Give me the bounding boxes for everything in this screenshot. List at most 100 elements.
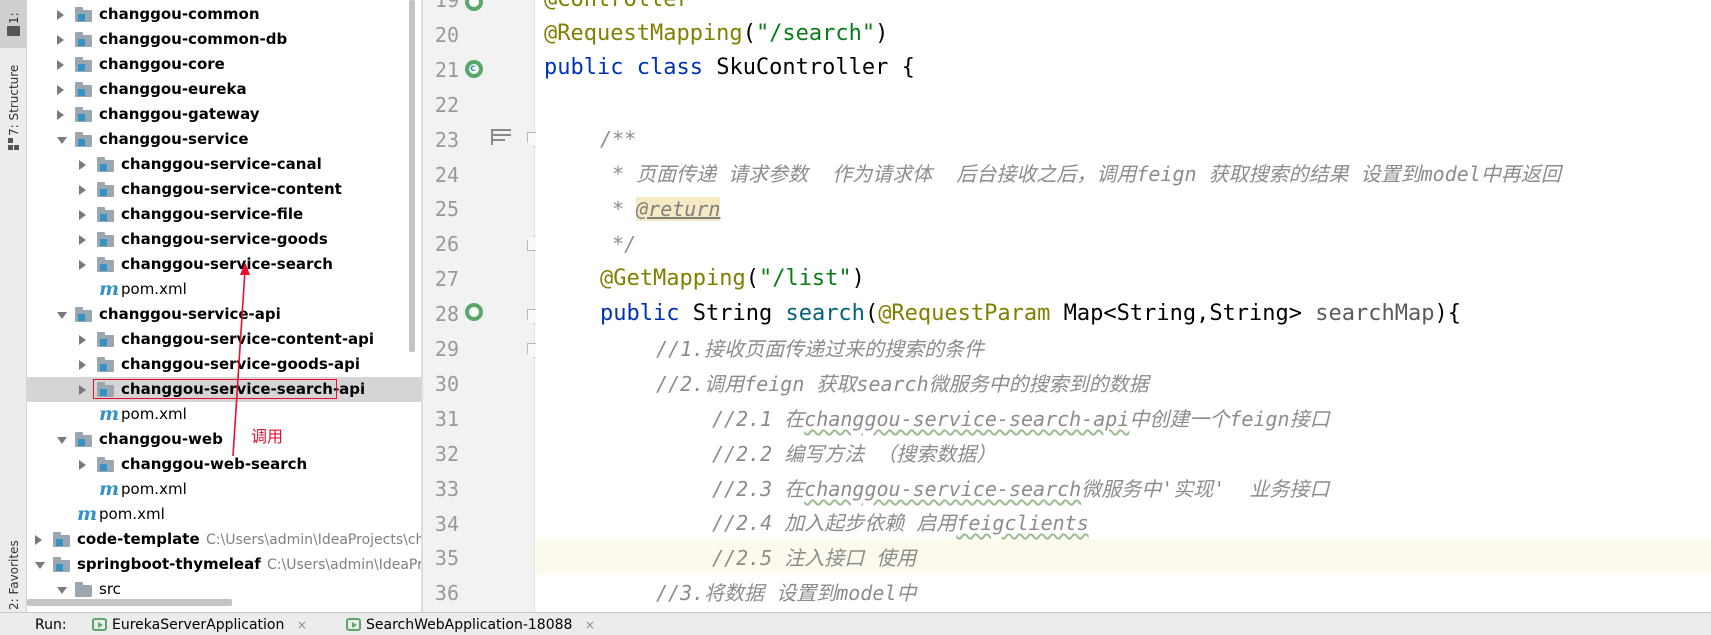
tree-vertical-scrollbar[interactable] <box>409 0 415 352</box>
line-number: 21 <box>434 57 459 82</box>
class-run-icon[interactable] <box>465 0 483 11</box>
tree-item-pom[interactable]: m pom.xml <box>27 502 421 527</box>
code-line-26: */ <box>600 232 637 256</box>
tree-item[interactable]: changgou-service-canal <box>27 152 421 177</box>
tree-item[interactable]: changgou-service-goods-api <box>27 352 421 377</box>
tree-item-label: springboot-thymeleaf <box>77 555 261 573</box>
code-line-35: //2.5 注入接口 使用 <box>712 546 917 570</box>
call-annotation-label: 调用 <box>251 427 284 446</box>
module-folder-icon <box>97 457 115 472</box>
tree-item[interactable]: changgou-core <box>27 52 421 77</box>
editor-gutter: 19 20 21 22 23 24 25 26 27 28 29 30 31 32 33 34 35 36 c <box>423 0 541 612</box>
tree-item-label: changgou-web-search <box>121 455 308 473</box>
maven-icon: m <box>99 478 120 500</box>
run-tab-label: EurekaServerApplication <box>112 617 285 633</box>
chevron-right-icon[interactable] <box>57 10 64 20</box>
tree-item[interactable]: code-template C:\Users\admin\IdeaProjects… <box>27 527 421 552</box>
tree-item-label: changgou-eureka <box>99 80 247 98</box>
line-number: 33 <box>434 476 459 501</box>
chevron-down-icon[interactable] <box>57 437 67 444</box>
module-folder-icon <box>75 307 93 322</box>
tree-item[interactable]: changgou-service-file <box>27 202 421 227</box>
chevron-down-icon[interactable] <box>57 137 67 144</box>
tree-item[interactable]: changgou-service-api <box>27 302 421 327</box>
chevron-right-icon[interactable] <box>79 460 86 470</box>
tree-item[interactable]: changgou-service-content <box>27 177 421 202</box>
structure-icon <box>8 138 19 150</box>
module-folder-icon <box>53 532 71 547</box>
chevron-right-icon[interactable] <box>79 185 86 195</box>
tree-item[interactable]: springboot-thymeleaf C:\Users\admin\IdeaP… <box>27 552 421 577</box>
tree-item-pom[interactable]: m pom.xml <box>27 402 421 427</box>
chevron-right-icon[interactable] <box>79 235 86 245</box>
tree-item[interactable]: changgou-common <box>27 2 421 27</box>
tree-item[interactable]: changgou-common-db <box>27 27 421 52</box>
tree-item[interactable]: changgou-service-search-api <box>27 377 421 402</box>
chevron-down-icon[interactable] <box>35 562 45 569</box>
chevron-right-icon[interactable] <box>79 335 86 345</box>
tree-item-label: changgou-web <box>99 430 223 448</box>
line-number: 20 <box>434 22 459 47</box>
module-folder-icon <box>75 432 93 447</box>
chevron-right-icon[interactable] <box>35 535 42 545</box>
tree-item-label: changgou-service-search-api <box>121 380 366 398</box>
run-tab-searchweb[interactable]: SearchWebApplication-18088 × <box>340 613 595 635</box>
tree-item-path: C:\Users\admin\IdeaProjects\ch <box>206 532 421 548</box>
class-run-icon[interactable]: c <box>465 60 483 78</box>
chevron-right-icon[interactable] <box>79 160 86 170</box>
run-config-icon <box>346 618 361 631</box>
tree-item[interactable]: changgou-service <box>27 127 421 152</box>
tool-tab-project[interactable]: 1: <box>0 0 27 48</box>
tool-tab-favorites[interactable]: 2: Favorites <box>0 530 27 612</box>
tree-item[interactable]: changgou-web-search <box>27 452 421 477</box>
code-editor[interactable]: @Controller @RequestMapping("/search") p… <box>536 0 1711 612</box>
module-folder-icon <box>75 82 93 97</box>
tool-tab-structure[interactable]: 7: Structure <box>0 56 27 156</box>
tree-item[interactable]: changgou-service-goods <box>27 227 421 252</box>
line-number: 35 <box>434 546 459 571</box>
tree-item[interactable]: changgou-web <box>27 427 421 452</box>
chevron-right-icon[interactable] <box>79 385 86 395</box>
chevron-right-icon[interactable] <box>57 85 64 95</box>
chevron-right-icon[interactable] <box>79 360 86 370</box>
tree-item-pom[interactable]: m pom.xml <box>27 477 421 502</box>
chevron-right-icon[interactable] <box>57 60 64 70</box>
chevron-right-icon[interactable] <box>79 260 86 270</box>
folder-icon <box>75 582 93 597</box>
tree-horizontal-scrollbar[interactable] <box>27 599 232 606</box>
chevron-right-icon[interactable] <box>57 35 64 45</box>
chevron-down-icon[interactable] <box>57 312 67 319</box>
tree-item-label: changgou-common <box>99 5 260 23</box>
code-line-25: * @return <box>600 197 721 221</box>
tree-item[interactable]: changgou-service-content-api <box>27 327 421 352</box>
tree-item-label: changgou-service-api <box>99 305 281 323</box>
tree-item[interactable]: changgou-service-search <box>27 252 421 277</box>
rendered-doc-icon[interactable] <box>491 129 511 145</box>
run-tab-eureka[interactable]: EurekaServerApplication × <box>86 613 307 635</box>
tree-item-path: C:\Users\admin\IdeaPro <box>267 557 421 573</box>
close-icon[interactable]: × <box>297 618 307 632</box>
line-number: 26 <box>434 232 459 257</box>
method-run-icon[interactable] <box>465 303 483 321</box>
code-line-27: @GetMapping("/list") <box>600 266 865 291</box>
tool-tab-structure-label: 7: Structure <box>7 64 21 136</box>
tool-tab-project-label: 1: <box>7 12 21 24</box>
run-tool-bar: Run: EurekaServerApplication × SearchWeb… <box>0 612 1711 635</box>
tree-item[interactable]: changgou-eureka <box>27 77 421 102</box>
line-number: 28 <box>434 302 459 327</box>
tree-item-label: code-template <box>77 530 200 548</box>
code-line-29: //1.接收页面传递过来的搜索的条件 <box>656 337 985 361</box>
chevron-down-icon[interactable] <box>57 587 67 594</box>
tree-item-label: changgou-service-file <box>121 205 304 223</box>
tree-item-label: changgou-core <box>99 55 225 73</box>
close-icon[interactable]: × <box>585 618 595 632</box>
chevron-right-icon[interactable] <box>79 210 86 220</box>
chevron-right-icon[interactable] <box>57 110 64 120</box>
tree-item-label: pom.xml <box>121 405 187 423</box>
run-config-icon <box>92 618 107 631</box>
line-number: 36 <box>434 581 459 606</box>
tree-item-pom[interactable]: m pom.xml <box>27 277 421 302</box>
module-folder-icon <box>97 357 115 372</box>
tree-item[interactable]: changgou-gateway <box>27 102 421 127</box>
folder-icon <box>7 26 20 36</box>
